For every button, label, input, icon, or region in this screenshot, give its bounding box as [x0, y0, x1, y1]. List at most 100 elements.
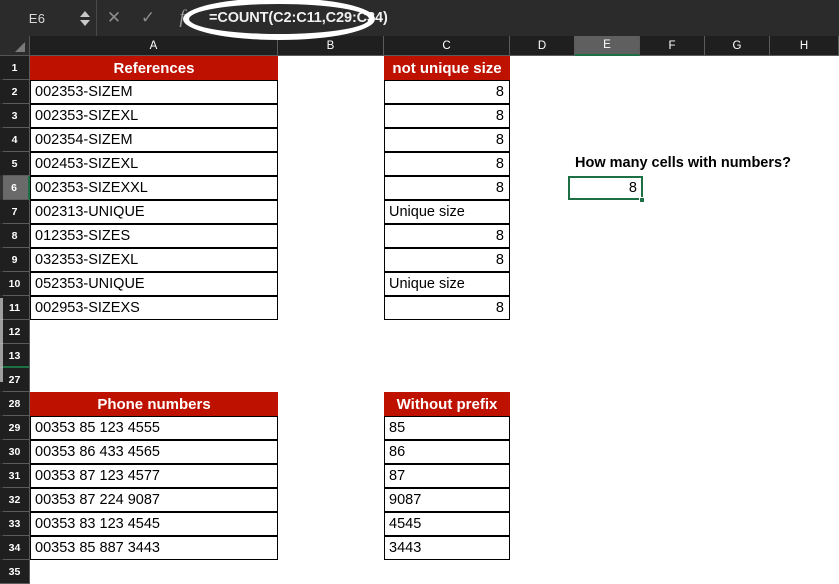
- question-label: How many cells with numbers?: [575, 155, 791, 171]
- row-header-27[interactable]: 27: [0, 368, 30, 392]
- cell-c11[interactable]: 8: [384, 296, 510, 320]
- row-header-column: 1 2 3 4 5 6 7 8 9 10 11 12 13 27 28 29 30 31 32 33 34 35: [0, 56, 30, 584]
- cell-c2[interactable]: 8: [384, 80, 510, 104]
- row-header-30[interactable]: 30: [0, 440, 30, 464]
- cell-c5[interactable]: 8: [384, 152, 510, 176]
- cell-a11[interactable]: 002953-SIZEXS: [30, 296, 278, 320]
- cell-a2[interactable]: 002353-SIZEM: [30, 80, 278, 104]
- name-box[interactable]: E6: [0, 0, 74, 36]
- row-header-2[interactable]: 2: [0, 80, 30, 104]
- row-header-label: 2: [11, 85, 18, 98]
- row-header-10[interactable]: 10: [0, 272, 30, 296]
- row-header-11[interactable]: 11: [0, 296, 30, 320]
- row-header-label: 33: [8, 517, 21, 530]
- cell-a6[interactable]: 002353-SIZEXXL: [30, 176, 278, 200]
- row-header-label: 5: [11, 157, 18, 170]
- cell-c9[interactable]: 8: [384, 248, 510, 272]
- cell-a34[interactable]: 00353 85 887 3443: [30, 536, 278, 560]
- cell-a1-header[interactable]: References: [30, 56, 278, 80]
- row-header-label: 8: [11, 229, 18, 242]
- cell-a8[interactable]: 012353-SIZES: [30, 224, 278, 248]
- row-header-label: 32: [8, 493, 21, 506]
- row-header-label: 6: [11, 181, 17, 194]
- row-header-1[interactable]: 1: [0, 56, 30, 80]
- row-header-label: 9: [11, 253, 18, 266]
- cell-c32[interactable]: 9087: [384, 488, 510, 512]
- row-header-28[interactable]: 28: [0, 392, 30, 416]
- cell-a29[interactable]: 00353 85 123 4555: [30, 416, 278, 440]
- row-header-label: 12: [8, 325, 21, 338]
- cell-a3[interactable]: 002353-SIZEXL: [30, 104, 278, 128]
- spreadsheet-window: E6 ✕ ✓ f =COUNT(C2:C11,C29:C34) A B C D …: [0, 0, 839, 584]
- row-header-35[interactable]: 35: [0, 560, 30, 584]
- cell-c29[interactable]: 85: [384, 416, 510, 440]
- column-header-d[interactable]: D: [510, 36, 575, 56]
- cell-a5[interactable]: 002453-SIZEXL: [30, 152, 278, 176]
- row-header-5[interactable]: 5: [0, 152, 30, 176]
- column-header-b[interactable]: B: [278, 36, 384, 56]
- cell-c31[interactable]: 87: [384, 464, 510, 488]
- row-header-label: 1: [11, 61, 18, 74]
- row-header-label: 3: [11, 109, 18, 122]
- cell-c28-header[interactable]: Without prefix: [384, 392, 510, 416]
- row-header-3[interactable]: 3: [0, 104, 30, 128]
- confirm-formula-icon[interactable]: ✓: [131, 0, 165, 36]
- fill-handle[interactable]: [639, 197, 645, 203]
- cell-a4[interactable]: 002354-SIZEM: [30, 128, 278, 152]
- row-header-7[interactable]: 7: [0, 200, 30, 224]
- column-header-c[interactable]: C: [384, 36, 510, 56]
- cell-c8[interactable]: 8: [384, 224, 510, 248]
- column-header-e[interactable]: E: [575, 36, 640, 56]
- row-header-13[interactable]: 13: [0, 344, 30, 368]
- spinner-up-icon[interactable]: [80, 10, 90, 17]
- row-header-label: 30: [8, 445, 21, 458]
- row-header-label: 34: [8, 541, 21, 554]
- cell-c1-header[interactable]: not unique size: [384, 56, 510, 80]
- cell-a33[interactable]: 00353 83 123 4545: [30, 512, 278, 536]
- cell-c7[interactable]: Unique size: [384, 200, 510, 224]
- formula-bar: E6 ✕ ✓ f =COUNT(C2:C11,C29:C34): [0, 0, 839, 40]
- column-header-row: A B C D E F G H: [0, 36, 839, 56]
- cell-c3[interactable]: 8: [384, 104, 510, 128]
- cell-a28-header[interactable]: Phone numbers: [30, 392, 278, 416]
- cell-a31[interactable]: 00353 87 123 4577: [30, 464, 278, 488]
- row-header-8[interactable]: 8: [0, 224, 30, 248]
- cell-c34[interactable]: 3443: [384, 536, 510, 560]
- row-header-label: 35: [8, 565, 21, 578]
- row-header-label: 4: [11, 133, 18, 146]
- cell-c4[interactable]: 8: [384, 128, 510, 152]
- name-box-spinner[interactable]: [74, 0, 97, 36]
- scroll-edge-artifact: [0, 56, 3, 582]
- row-header-12[interactable]: 12: [0, 320, 30, 344]
- column-header-f[interactable]: F: [640, 36, 705, 56]
- row-header-32[interactable]: 32: [0, 488, 30, 512]
- insert-function-icon[interactable]: f: [165, 0, 199, 36]
- cell-c10[interactable]: Unique size: [384, 272, 510, 296]
- cell-a10[interactable]: 052353-UNIQUE: [30, 272, 278, 296]
- cell-c6[interactable]: 8: [384, 176, 510, 200]
- row-header-9[interactable]: 9: [0, 248, 30, 272]
- row-header-31[interactable]: 31: [0, 464, 30, 488]
- select-all-corner[interactable]: [0, 36, 30, 56]
- active-cell-e6[interactable]: 8: [568, 176, 643, 200]
- cell-a7[interactable]: 002313-UNIQUE: [30, 200, 278, 224]
- row-header-33[interactable]: 33: [0, 512, 30, 536]
- cell-a32[interactable]: 00353 87 224 9087: [30, 488, 278, 512]
- column-header-g[interactable]: G: [705, 36, 770, 56]
- cell-c33[interactable]: 4545: [384, 512, 510, 536]
- row-header-34[interactable]: 34: [0, 536, 30, 560]
- row-header-6[interactable]: 6: [0, 176, 30, 200]
- row-header-29[interactable]: 29: [0, 416, 30, 440]
- formula-input[interactable]: =COUNT(C2:C11,C29:C34): [199, 0, 839, 36]
- cell-a9[interactable]: 032353-SIZEXL: [30, 248, 278, 272]
- row-header-label: 10: [8, 277, 21, 290]
- row-header-label: 7: [11, 205, 18, 218]
- cell-c30[interactable]: 86: [384, 440, 510, 464]
- column-header-a[interactable]: A: [30, 36, 278, 56]
- column-header-h[interactable]: H: [770, 36, 839, 56]
- row-header-4[interactable]: 4: [0, 128, 30, 152]
- cell-a30[interactable]: 00353 86 433 4565: [30, 440, 278, 464]
- row-header-label: 28: [8, 397, 21, 410]
- spinner-down-icon[interactable]: [80, 19, 90, 26]
- cancel-formula-icon[interactable]: ✕: [97, 0, 131, 36]
